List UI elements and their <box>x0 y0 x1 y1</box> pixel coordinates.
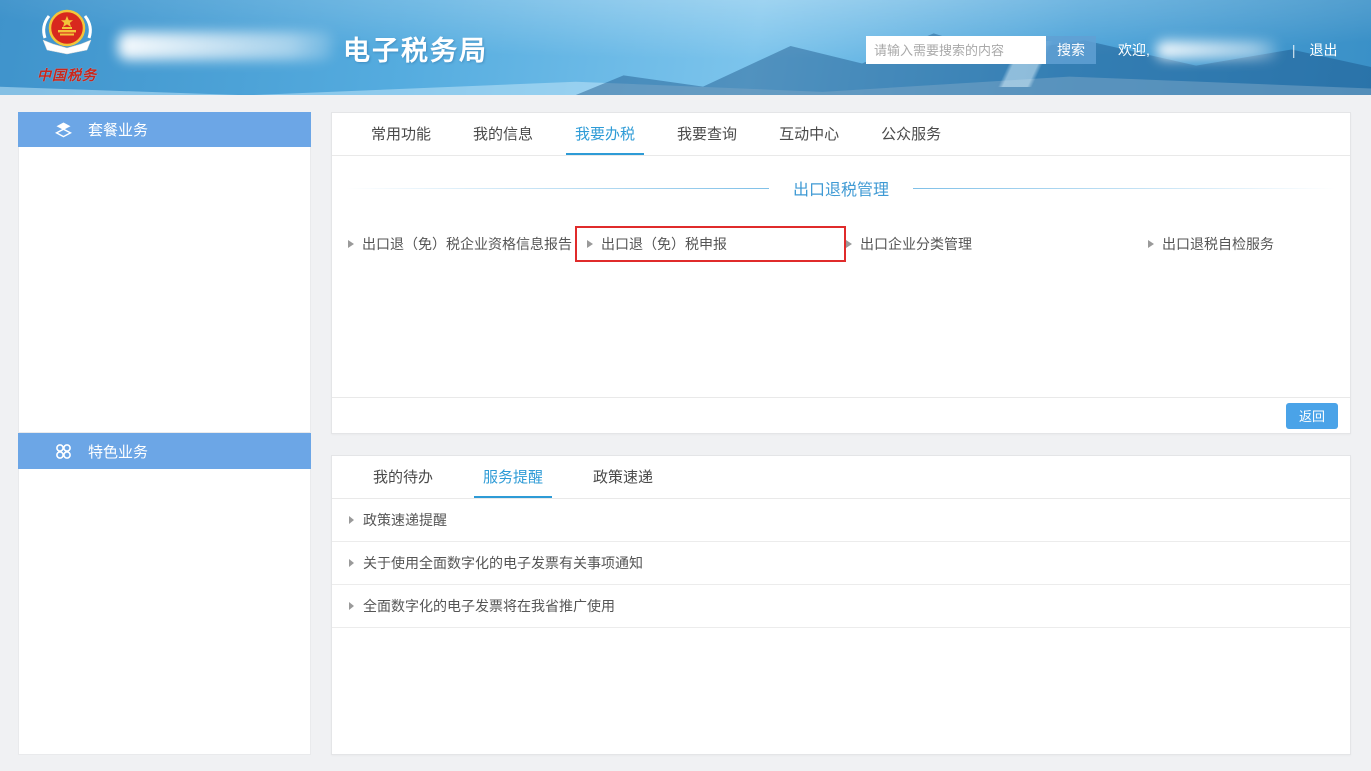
triangle-right-icon <box>349 559 354 567</box>
main-content: 常用功能 我的信息 我要办税 我要查询 互动中心 公众服务 出口退税管理 出口退… <box>331 112 1351 755</box>
panel-footer: 返回 <box>332 397 1350 433</box>
etax-bureau-page: { "header": { "brand_title": "电子税务局", "l… <box>0 0 1371 771</box>
header-search: 搜索 <box>866 36 1096 64</box>
separator: | <box>1292 42 1296 58</box>
notice-item-einvoice-promotion[interactable]: 全面数字化的电子发票将在我省推广使用 <box>332 585 1350 628</box>
layers-icon <box>55 121 72 138</box>
link-export-tax-self-check[interactable]: 出口退税自检服务 <box>1148 234 1334 254</box>
triangle-right-icon <box>846 240 852 248</box>
username-redacted <box>1156 41 1278 59</box>
back-button[interactable]: 返回 <box>1286 403 1338 429</box>
main-nav-tabs: 常用功能 我的信息 我要办税 我要查询 互动中心 公众服务 <box>332 113 1350 156</box>
tab-tax-handling[interactable]: 我要办税 <box>566 113 644 155</box>
search-button[interactable]: 搜索 <box>1046 36 1096 64</box>
tab-inquiry[interactable]: 我要查询 <box>668 113 746 155</box>
welcome-text: 欢迎, <box>1118 40 1150 60</box>
notice-list: 政策速递提醒 关于使用全面数字化的电子发票有关事项通知 全面数字化的电子发票将在… <box>332 499 1350 628</box>
sidebar-special-body <box>18 469 311 755</box>
sidebar-package-body <box>18 147 311 433</box>
user-area: 欢迎, | 退出 <box>1118 40 1338 60</box>
tab-my-info[interactable]: 我的信息 <box>464 113 542 155</box>
sidebar-section-special-business[interactable]: 特色业务 <box>18 433 311 469</box>
sidebar-section-package-business[interactable]: 套餐业务 <box>18 112 311 147</box>
page-title: 电子税务局 <box>343 29 488 68</box>
grid-dots-icon <box>55 443 72 460</box>
title-divider-right <box>913 188 1336 189</box>
link-export-tax-declaration[interactable]: 出口退（免）税申报 <box>575 226 846 262</box>
tab-interaction-center[interactable]: 互动中心 <box>770 113 848 155</box>
notice-item-einvoice-notice[interactable]: 关于使用全面数字化的电子发票有关事项通知 <box>332 542 1350 585</box>
triangle-right-icon <box>587 240 593 248</box>
app-header: 中国税务 电子税务局 搜索 欢迎, | 退出 <box>0 0 1371 95</box>
tab-public-service[interactable]: 公众服务 <box>872 113 950 155</box>
section-title-row: 出口退税管理 <box>332 176 1350 200</box>
link-label: 出口企业分类管理 <box>860 234 972 254</box>
triangle-right-icon <box>349 602 354 610</box>
notice-item-label: 关于使用全面数字化的电子发票有关事项通知 <box>363 553 643 573</box>
link-label: 出口退（免）税申报 <box>601 234 727 254</box>
sidebar: 套餐业务 特色业务 <box>18 112 311 755</box>
triangle-right-icon <box>348 240 354 248</box>
title-divider-left <box>346 188 769 189</box>
link-label: 出口退（免）税企业资格信息报告 <box>362 234 572 254</box>
china-tax-logo: 中国税务 <box>22 4 112 92</box>
link-label: 出口退税自检服务 <box>1162 234 1274 254</box>
sidebar-section-label: 套餐业务 <box>88 119 148 140</box>
sidebar-section-label: 特色业务 <box>88 441 148 462</box>
tax-emblem-icon <box>35 4 99 68</box>
tab-common-functions[interactable]: 常用功能 <box>362 113 440 155</box>
notice-tabs: 我的待办 服务提醒 政策速递 <box>332 456 1350 499</box>
notice-panel: 我的待办 服务提醒 政策速递 政策速递提醒 关于使用全面数字化的电子发票有关事项… <box>331 455 1351 755</box>
notice-item-label: 政策速递提醒 <box>363 510 447 530</box>
tab-service-reminder[interactable]: 服务提醒 <box>474 456 552 498</box>
notice-item-policy-reminder[interactable]: 政策速递提醒 <box>332 499 1350 542</box>
organization-name-redacted <box>118 32 333 60</box>
logo-caption: 中国税务 <box>22 65 112 85</box>
notice-item-label: 全面数字化的电子发票将在我省推广使用 <box>363 596 615 616</box>
tab-my-todo[interactable]: 我的待办 <box>364 456 442 498</box>
search-input[interactable] <box>866 36 1046 64</box>
section-title: 出口退税管理 <box>793 176 889 200</box>
link-export-tax-qualification-report[interactable]: 出口退（免）税企业资格信息报告 <box>348 234 587 254</box>
triangle-right-icon <box>1148 240 1154 248</box>
tab-policy-express[interactable]: 政策速递 <box>584 456 662 498</box>
triangle-right-icon <box>349 516 354 524</box>
function-links-row: 出口退（免）税企业资格信息报告 出口退（免）税申报 出口企业分类管理 出口退税自… <box>332 226 1350 262</box>
link-export-enterprise-classification[interactable]: 出口企业分类管理 <box>846 234 1148 254</box>
function-panel: 常用功能 我的信息 我要办税 我要查询 互动中心 公众服务 出口退税管理 出口退… <box>331 112 1351 434</box>
logout-link[interactable]: 退出 <box>1310 40 1338 60</box>
